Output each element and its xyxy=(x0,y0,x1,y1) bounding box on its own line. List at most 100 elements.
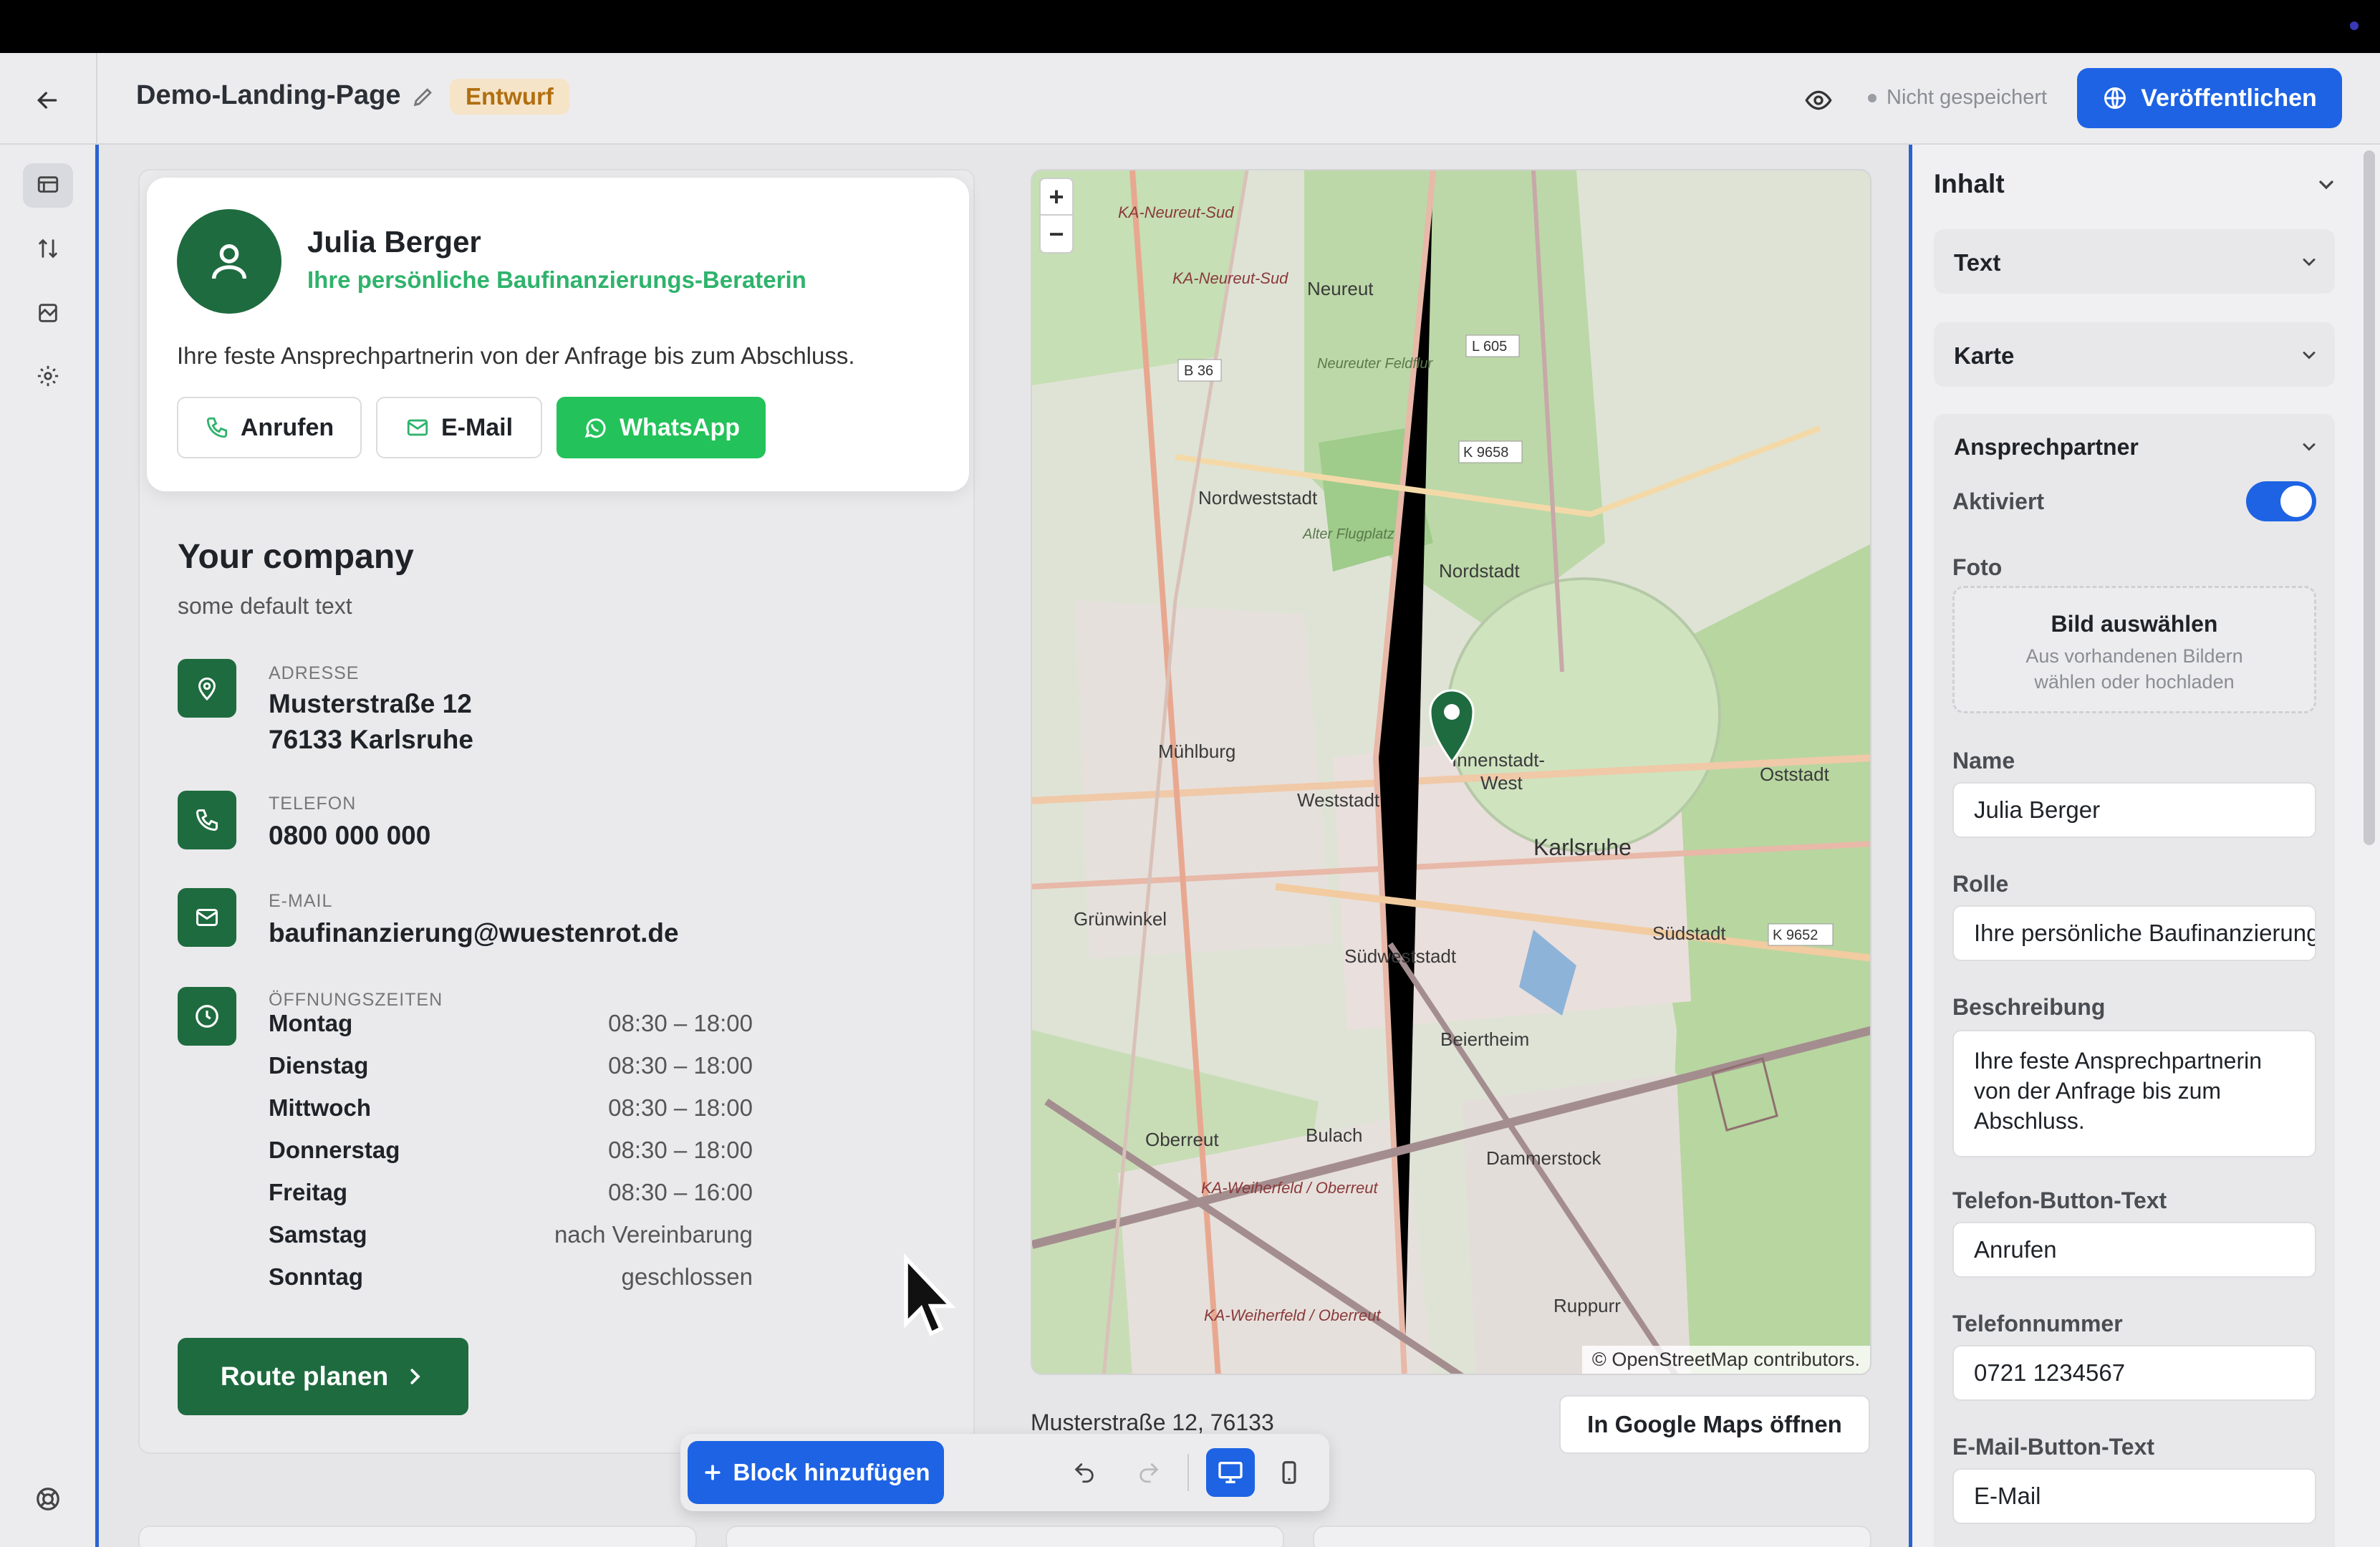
route-button[interactable]: Route planen xyxy=(178,1338,468,1415)
description-field[interactable]: Ihre feste Ansprechpartnerin von der Anf… xyxy=(1952,1030,2316,1157)
hours-day: Freitag xyxy=(269,1179,348,1205)
floating-toolbar: Block hinzufügen xyxy=(680,1434,1329,1511)
phone-label: TELEFON xyxy=(269,794,357,814)
toolbar-divider xyxy=(1187,1454,1189,1491)
block-preview[interactable] xyxy=(726,1526,1284,1547)
add-block-button[interactable]: Block hinzufügen xyxy=(688,1441,944,1504)
chevron-down-icon xyxy=(2303,259,2316,266)
mouse-cursor xyxy=(901,1252,961,1345)
publish-label: Veröffentlichen xyxy=(2141,84,2317,112)
block-preview[interactable] xyxy=(1313,1526,1871,1547)
phone-number-field[interactable]: 0721 1234567 xyxy=(1952,1345,2316,1401)
road-label: B 36 xyxy=(1184,363,1213,379)
role-field[interactable]: Ihre persönliche Baufinanzierungs-Berate… xyxy=(1952,905,2316,961)
name-field[interactable]: Julia Berger xyxy=(1952,782,2316,838)
map-attribution[interactable]: © OpenStreetMap contributors. xyxy=(1581,1346,1870,1374)
email-button-text-field[interactable]: E-Mail xyxy=(1952,1468,2316,1524)
photo-picker[interactable]: Bild auswählen Aus vorhandenen Bildern w… xyxy=(1952,586,2316,713)
zoom-out-button[interactable]: − xyxy=(1041,216,1072,252)
map-label: KA-Neureut-Sud xyxy=(1172,269,1288,287)
redo-icon xyxy=(1140,1463,1159,1483)
email-label-static: E-MAIL xyxy=(269,891,333,911)
back-button[interactable] xyxy=(29,82,66,119)
hours-day: Samstag xyxy=(269,1221,367,1248)
call-button[interactable]: Anrufen xyxy=(177,397,362,458)
sort-tool[interactable] xyxy=(23,226,73,271)
email-button[interactable]: E-Mail xyxy=(376,397,542,458)
palette-icon xyxy=(39,304,57,322)
header-divider xyxy=(96,53,97,145)
map-label: Nordstadt xyxy=(1439,560,1520,582)
undo-button[interactable] xyxy=(1060,1448,1109,1497)
properties-panel: Inhalt Text Karte Ansprechpartner Aktivi… xyxy=(1909,145,2380,1547)
hours-time: 08:30 – 18:00 xyxy=(608,1010,753,1036)
phone-value: 0800 000 000 xyxy=(269,821,431,850)
zoom-in-button[interactable]: + xyxy=(1041,179,1072,216)
email-label: E-Mail xyxy=(440,413,514,441)
blocks-tool[interactable] xyxy=(23,163,73,208)
hours-row: Mittwoch 08:30 – 18:00 xyxy=(269,1094,753,1137)
desktop-view-button[interactable] xyxy=(1206,1448,1255,1497)
map-label: Südstadt xyxy=(1652,922,1726,944)
map-label: West xyxy=(1480,772,1523,794)
section-text[interactable]: Text xyxy=(1934,229,2335,294)
section-ansprechpartner-toggle[interactable] xyxy=(2299,437,2319,457)
chevron-right-icon xyxy=(410,1369,420,1384)
email-button-text-label: E-Mail-Button-Text xyxy=(1952,1434,2155,1460)
section-ansprechpartner-label[interactable]: Ansprechpartner xyxy=(1954,434,2139,461)
panel-scrollbar[interactable] xyxy=(2364,150,2375,845)
map-widget[interactable]: KA-Neureut-Sud KA-Neureut-Sud KA-Weiherf… xyxy=(1031,169,1871,1375)
save-status-dot xyxy=(1868,93,1876,102)
map-label: KA-Weiherfeld / Oberreut xyxy=(1204,1306,1381,1324)
company-name: Your company xyxy=(178,538,414,576)
mobile-view-button[interactable] xyxy=(1265,1448,1314,1497)
block-preview[interactable] xyxy=(138,1526,697,1547)
theme-tool[interactable] xyxy=(23,291,73,335)
section-text-label: Text xyxy=(1954,249,2001,276)
avatar xyxy=(177,209,281,314)
save-status-text: Nicht gespeichert xyxy=(1887,86,2048,109)
hours-day: Donnerstag xyxy=(269,1137,400,1163)
arrow-left-icon xyxy=(37,92,57,109)
google-maps-button[interactable]: In Google Maps öffnen xyxy=(1559,1395,1870,1454)
redo-button[interactable] xyxy=(1124,1448,1173,1497)
settings-tool[interactable] xyxy=(23,354,73,398)
hours-row: Montag 08:30 – 18:00 xyxy=(269,1010,753,1052)
arrows-up-down-icon xyxy=(39,238,57,259)
panel-collapse-button[interactable] xyxy=(2315,173,2338,196)
hours-time: 08:30 – 18:00 xyxy=(608,1052,753,1079)
rename-button[interactable] xyxy=(411,85,435,109)
phone-button-text-field[interactable]: Anrufen xyxy=(1952,1222,2316,1278)
map-label: Grünwinkel xyxy=(1074,908,1167,930)
map-label: Neureut xyxy=(1307,278,1374,299)
pencil-icon xyxy=(413,88,432,107)
section-karte[interactable]: Karte xyxy=(1934,322,2335,387)
route-label: Route planen xyxy=(220,1362,389,1391)
publish-button[interactable]: Veröffentlichen xyxy=(2077,68,2342,128)
help-button[interactable] xyxy=(23,1477,73,1521)
photo-picker-hint-1: Aus vorhandenen Bildern xyxy=(2025,645,2243,667)
map-label: Mühlburg xyxy=(1158,741,1235,762)
activated-toggle[interactable] xyxy=(2246,481,2316,521)
hours-icon-box xyxy=(178,987,236,1046)
whatsapp-icon xyxy=(584,418,606,438)
system-top-bar xyxy=(0,0,2380,53)
map-label: Nordweststadt xyxy=(1198,487,1318,509)
mail-icon xyxy=(196,909,218,926)
editor-canvas: Julia Berger Ihre persönliche Baufinanzi… xyxy=(102,145,1909,1547)
left-toolbar xyxy=(0,145,99,1547)
pointer-cursor-icon xyxy=(904,1253,956,1336)
hours-time: 08:30 – 16:00 xyxy=(608,1179,753,1205)
map-label: Innenstadt- xyxy=(1452,749,1545,771)
email-icon-box xyxy=(178,888,236,947)
mail-icon xyxy=(407,419,428,436)
phone-icon xyxy=(196,809,218,832)
whatsapp-button[interactable]: WhatsApp xyxy=(557,397,766,458)
hours-day: Dienstag xyxy=(269,1052,369,1079)
editor-header: Demo-Landing-Page Entwurf Nicht gespeich… xyxy=(0,53,2380,145)
hours-time: 08:30 – 18:00 xyxy=(608,1137,753,1163)
contact-role: Ihre persönliche Baufinanzierungs-Berate… xyxy=(307,266,806,293)
chevron-down-icon xyxy=(2303,352,2316,360)
hours-row: Samstag nach Vereinbarung xyxy=(269,1221,753,1263)
preview-button[interactable] xyxy=(1796,80,1841,120)
